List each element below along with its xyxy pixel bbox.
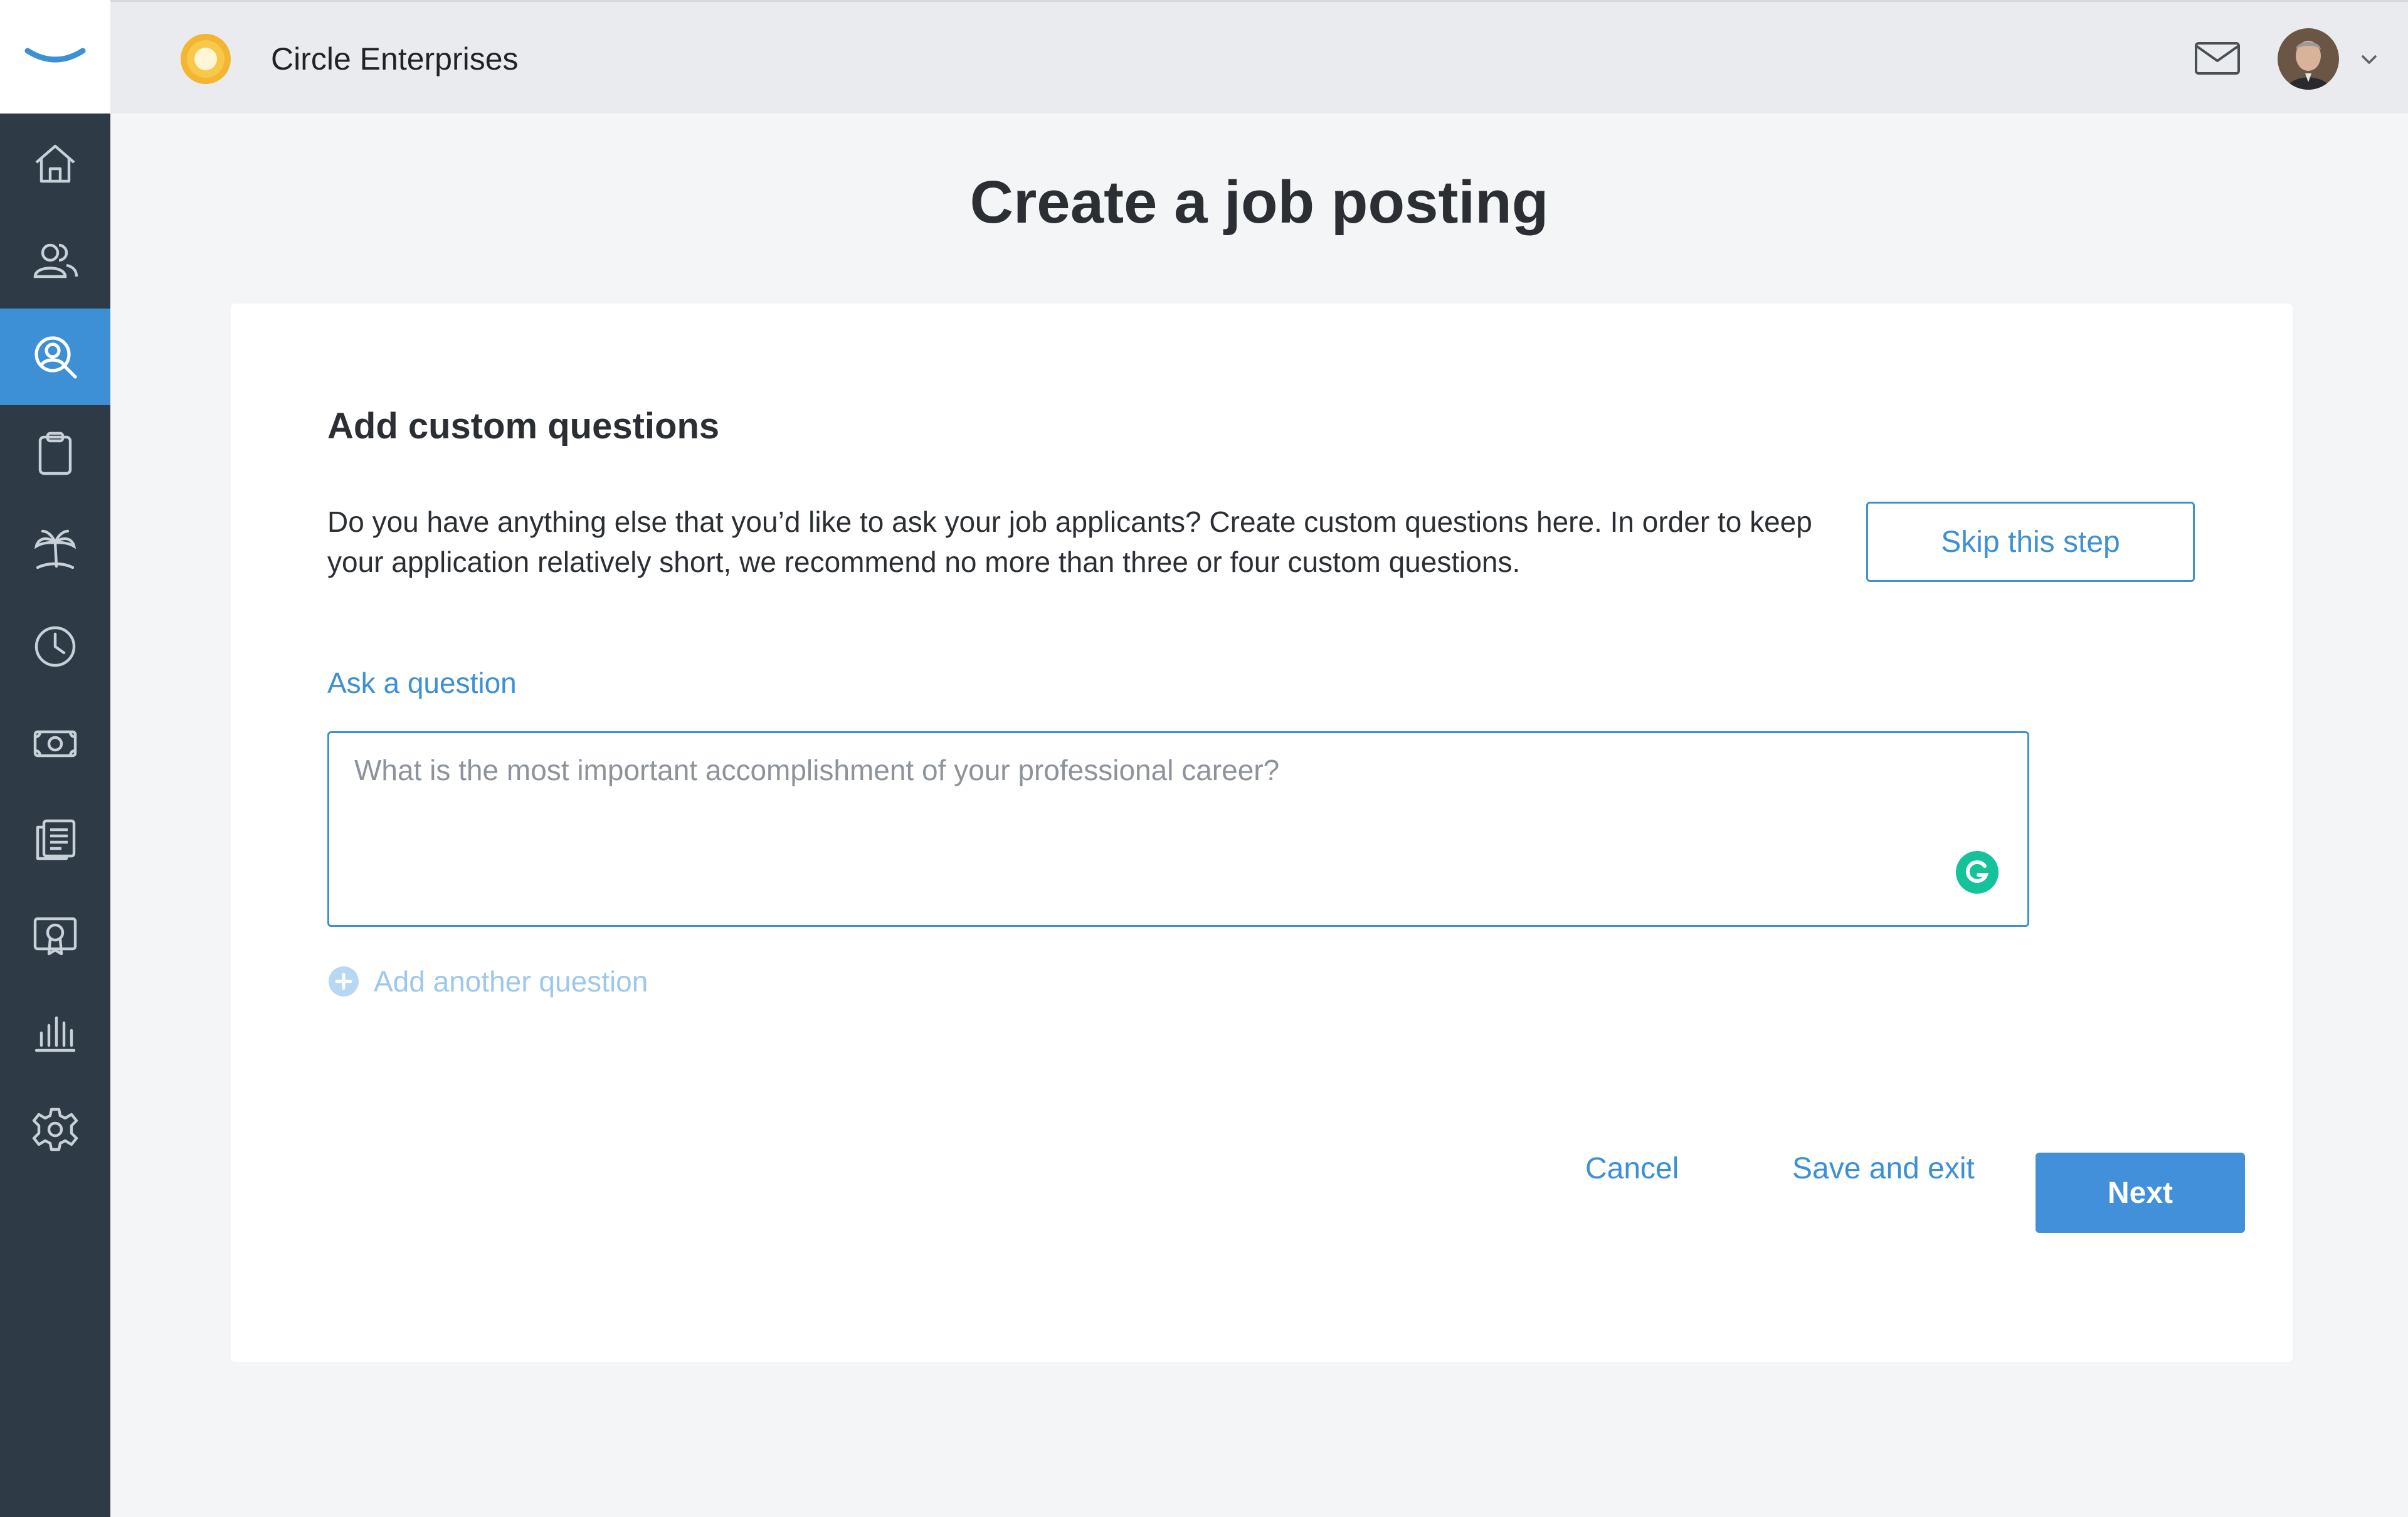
section-description: Do you have anything else that you’d lik… [327,505,1812,578]
gear-icon [32,1107,78,1151]
certificate-icon [33,917,77,956]
sidebar [0,0,110,1517]
avatar-image [2278,28,2339,90]
top-bar: Circle Enterprises [110,0,2408,114]
bar-chart-icon [34,1016,76,1052]
sidebar-item-payroll[interactable] [0,695,110,791]
question-field-label: Ask a question [327,667,517,699]
sidebar-item-documents[interactable] [0,791,110,888]
question-input[interactable]: What is the most important accomplishmen… [327,731,2029,927]
clock-icon [34,626,76,667]
section-title: Add custom questions [327,406,720,447]
sidebar-item-home[interactable] [0,115,110,212]
sidebar-item-time-off[interactable] [0,502,110,598]
page-title: Create a job posting [969,169,1549,236]
sidebar-item-time-tracking[interactable] [0,598,110,695]
company-logo-icon [181,34,231,84]
skip-step-button[interactable]: Skip this step [1866,502,2195,582]
smile-logo-icon [24,48,86,62]
save-and-exit-button[interactable]: Save and exit [1792,1151,1975,1186]
sidebar-item-settings[interactable] [0,1081,110,1178]
plus-circle-icon [329,966,359,996]
add-another-question-label: Add another question [374,965,648,998]
sidebar-item-training[interactable] [0,888,110,985]
sidebar-item-reports[interactable] [0,985,110,1081]
people-icon [33,243,78,278]
app-logo[interactable] [0,0,110,114]
question-placeholder: What is the most important accomplishmen… [354,754,1280,786]
clipboard-icon [38,431,72,475]
add-another-question-button[interactable]: Add another question [327,965,648,998]
grammarly-icon[interactable] [1955,850,2000,895]
mail-icon[interactable] [2194,40,2241,77]
cancel-button[interactable]: Cancel [1585,1151,1679,1186]
chevron-down-icon[interactable] [2358,48,2380,71]
company-name[interactable]: Circle Enterprises [271,41,519,77]
custom-questions-card: Add custom questions Do you have anythin… [231,304,2293,1362]
home-icon [35,144,75,183]
sidebar-item-tasks[interactable] [0,405,110,502]
palm-tree-icon [34,529,77,569]
sidebar-item-recruiting[interactable] [0,309,110,405]
sidebar-item-people[interactable] [0,212,110,309]
next-button[interactable]: Next [2036,1153,2245,1233]
money-icon [33,730,77,758]
recruiting-search-icon [34,336,77,379]
user-avatar[interactable] [2278,28,2339,90]
documents-icon [36,819,76,860]
